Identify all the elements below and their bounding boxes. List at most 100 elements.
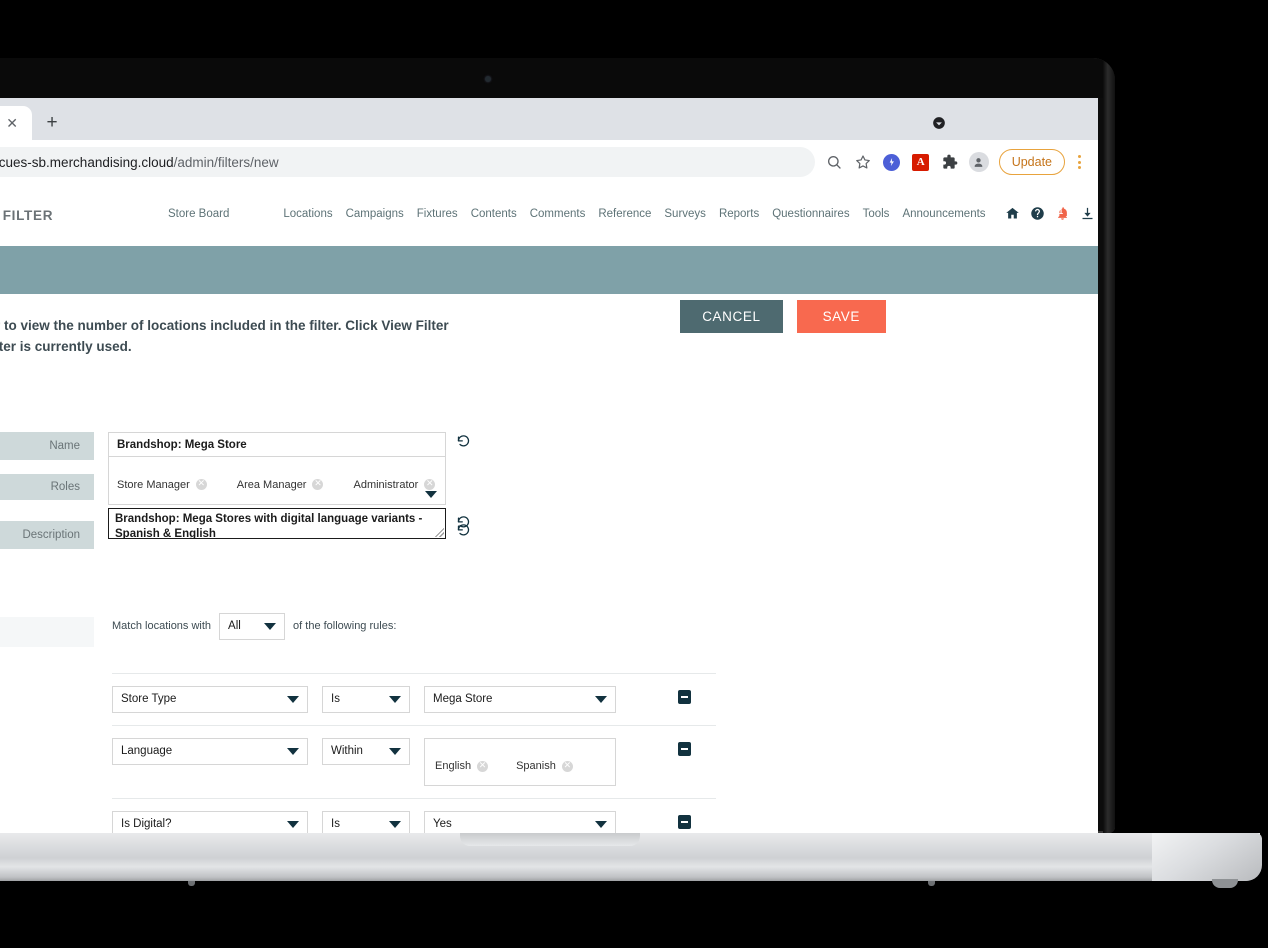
conditions-shade-band [0, 616, 94, 647]
chevron-down-icon[interactable] [930, 114, 948, 132]
laptop-foot [928, 881, 935, 886]
back-to-filter-list-bar[interactable]: ‹ Back to Filter List [0, 246, 1098, 294]
address-bar[interactable]: demo-appcues-sb.merchandising.cloud/admi… [0, 147, 815, 177]
new-tab-icon[interactable]: + [38, 109, 66, 137]
nav-item-tools[interactable]: Tools [863, 208, 890, 220]
nav-item-reference[interactable]: Reference [598, 208, 651, 220]
match-type-select[interactable]: All [219, 612, 286, 640]
roles-field-wrap: Store Manager ✕ Area Manager ✕ Administr… [108, 455, 446, 505]
role-chip-label: Store Manager [117, 478, 190, 491]
adobe-pdf-icon[interactable]: A [908, 149, 934, 175]
page-title: CREATE FILTER [0, 207, 54, 223]
puzzle-extension-icon[interactable] [937, 149, 963, 175]
save-button[interactable]: SAVE [796, 300, 886, 333]
search-icon[interactable] [821, 149, 847, 175]
form-row-description: Description Brandshop: Mega Stores with … [0, 507, 1098, 549]
home-icon[interactable] [1005, 206, 1020, 221]
reset-icon-description[interactable] [456, 523, 471, 543]
rule-field-select[interactable]: Language [112, 737, 308, 765]
rule-operator-select[interactable]: Within [322, 737, 410, 765]
nav-item-locations[interactable]: Locations [283, 208, 332, 220]
nav-item-announcements[interactable]: Announcements [902, 208, 985, 220]
rule-field-select[interactable]: Store Type [112, 685, 308, 713]
rule-value-chips[interactable]: English ✕ Spanish ✕ [424, 737, 616, 786]
chevron-down-icon [287, 747, 299, 755]
laptop-screen: ers (Merchandising Cloud) ✕ + [0, 98, 1098, 833]
remove-chip-icon[interactable]: ✕ [424, 479, 436, 491]
description-label: Description [0, 520, 94, 549]
rule-value-select[interactable]: Yes [424, 810, 616, 833]
remove-chip-icon[interactable]: ✕ [477, 760, 489, 772]
rule-field-value: Is Digital? [121, 818, 172, 831]
value-chip: English ✕ [435, 748, 489, 785]
browser-menu-icon[interactable] [1068, 149, 1090, 175]
cancel-button[interactable]: CANCEL [680, 300, 783, 333]
nav-item-contents[interactable]: Contents [471, 208, 517, 220]
nav-item-fixtures[interactable]: Fixtures [417, 208, 458, 220]
browser-tabstrip: ers (Merchandising Cloud) ✕ + [0, 98, 1098, 140]
rule-operator-select[interactable]: Is [322, 685, 410, 713]
rule-field-value: Store Type [121, 693, 177, 706]
nav-item-questionnaires[interactable]: Questionnaires [772, 208, 849, 220]
match-type-value: All [228, 620, 241, 633]
browser-tab[interactable]: ers (Merchandising Cloud) ✕ [0, 106, 32, 140]
rule-value: Yes [433, 818, 452, 831]
rule-field-select[interactable]: Is Digital? [112, 810, 308, 833]
webcam-icon [484, 76, 491, 82]
close-icon[interactable]: ✕ [2, 114, 22, 132]
help-icon[interactable] [1030, 206, 1045, 221]
nav-store-board[interactable]: Store Board [168, 208, 229, 220]
match-suffix-label: of the following rules: [293, 620, 397, 633]
remove-chip-icon[interactable]: ✕ [561, 760, 573, 772]
update-button[interactable]: Update [998, 149, 1065, 175]
role-chip: Area Manager ✕ [237, 466, 324, 504]
nav-item-comments[interactable]: Comments [530, 208, 586, 220]
bell-icon[interactable]: 1 [1055, 206, 1070, 221]
role-chip: Administrator ✕ [353, 466, 436, 504]
match-locations-row: Match locations with All of the followin… [112, 612, 397, 640]
name-field-wrap: Brandshop: Mega Store [108, 431, 446, 459]
resize-handle[interactable] [435, 527, 444, 537]
chevron-down-icon[interactable] [425, 490, 437, 498]
rule-operator-select[interactable]: Is [322, 810, 410, 833]
chevron-down-icon [389, 695, 401, 703]
conditions-section: Match locations with All of the followin… [0, 612, 1098, 833]
browser-window: ers (Merchandising Cloud) ✕ + [0, 98, 1098, 833]
rule-field-value: Language [121, 745, 173, 758]
rule-row: Is Digital? Is Yes [112, 799, 716, 833]
blue-app-icon[interactable] [879, 149, 905, 175]
remove-chip-icon[interactable]: ✕ [195, 479, 207, 491]
description-textarea[interactable]: Brandshop: Mega Stores with digital lang… [108, 507, 446, 539]
remove-condition-icon[interactable] [678, 689, 691, 704]
remove-condition-icon[interactable] [678, 814, 691, 829]
profile-avatar-icon[interactable] [966, 149, 992, 175]
nav-item-reports[interactable]: Reports [719, 208, 759, 220]
rule-row: Store Type Is Mega Store [112, 674, 716, 725]
screenshot-stage: ers (Merchandising Cloud) ✕ + [0, 0, 1268, 948]
value-chip: Spanish ✕ [516, 748, 573, 785]
url-path: /admin/filters/new [173, 154, 279, 170]
bookmark-star-icon[interactable] [850, 149, 876, 175]
page-body: ubmit filter details below in order to v… [0, 294, 1098, 833]
laptop-corner-foot [1212, 879, 1238, 888]
intro-line-2: etails to understand where the filter is… [0, 338, 132, 354]
conditions-heading: ONDITIONS [0, 583, 1098, 601]
name-input[interactable]: Brandshop: Mega Store [108, 431, 446, 459]
download-icon[interactable] [1080, 206, 1095, 221]
action-buttons: CANCEL SAVE [680, 300, 886, 333]
nav-item-campaigns[interactable]: Campaigns [346, 208, 404, 220]
reset-icon-name[interactable] [456, 434, 471, 454]
remove-chip-icon[interactable]: ✕ [312, 479, 324, 491]
roles-input[interactable]: Store Manager ✕ Area Manager ✕ Administr… [108, 455, 446, 505]
role-chip-label: Administrator [353, 478, 419, 491]
remove-condition-icon[interactable] [678, 741, 691, 756]
filter-form: Name Brandshop: Mega Store Roles Store M… [0, 431, 1098, 549]
main-nav: Store Board Locations Campaigns Fixtures… [168, 206, 1098, 221]
url-domain: demo-appcues-sb.merchandising.cloud [0, 154, 174, 170]
value-chip-label: Spanish [516, 760, 556, 773]
roles-label: Roles [0, 473, 94, 500]
nav-item-surveys[interactable]: Surveys [664, 208, 706, 220]
description-field-wrap: Brandshop: Mega Stores with digital lang… [108, 507, 446, 539]
laptop-bezel-edge [1103, 58, 1115, 833]
rule-value-select[interactable]: Mega Store [424, 685, 616, 713]
